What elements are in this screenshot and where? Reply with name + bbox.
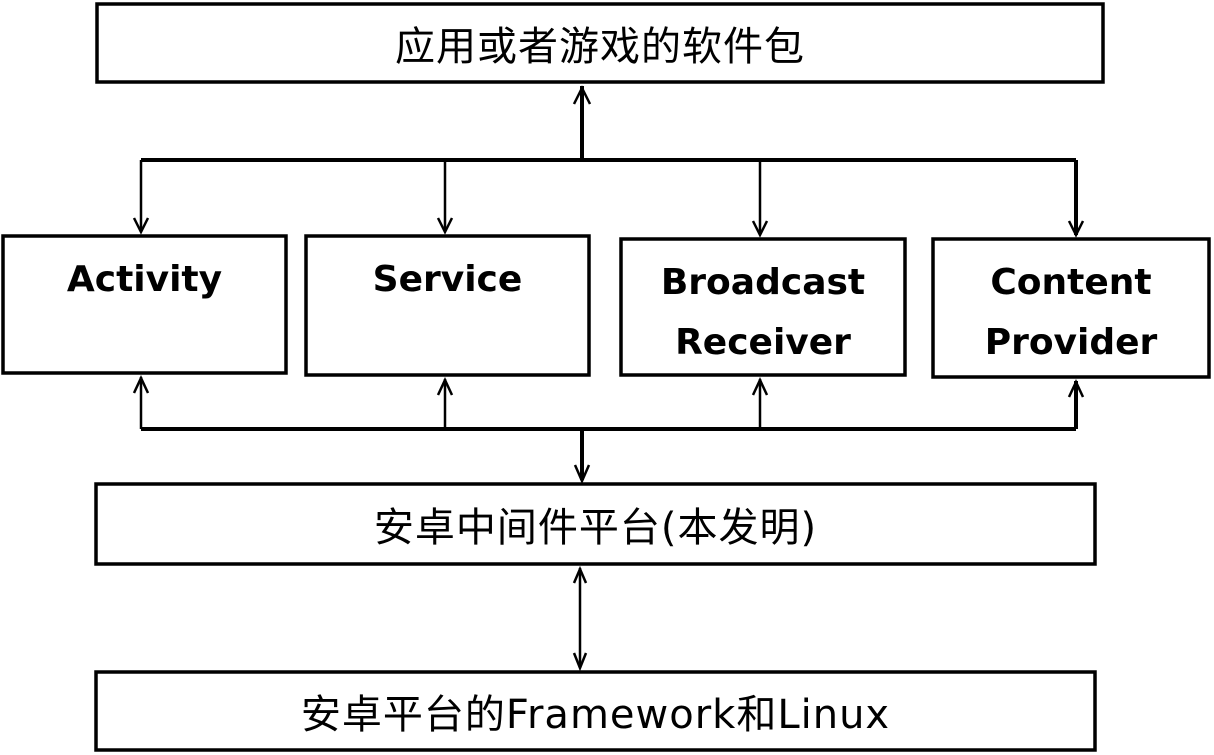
middleware-label: 安卓中间件平台(本发明) bbox=[373, 505, 818, 551]
service-label: Service bbox=[372, 259, 523, 300]
content-provider-label-line1: Content bbox=[990, 262, 1152, 303]
bottom-box-label: 安卓平台的Framework和Linux bbox=[300, 692, 891, 738]
middleware-box: 安卓中间件平台(本发明) bbox=[96, 484, 1095, 564]
content-provider-label-line2: Provider bbox=[984, 322, 1158, 363]
activity-label: Activity bbox=[66, 259, 223, 300]
top-box-label: 应用或者游戏的软件包 bbox=[395, 24, 805, 70]
broadcast-receiver-box: Broadcast Receiver bbox=[621, 239, 905, 375]
architecture-diagram bbox=[1, 2, 1211, 752]
service-box: Service bbox=[306, 236, 589, 375]
activity-box: Activity bbox=[3, 236, 286, 373]
top-box: 应用或者游戏的软件包 bbox=[97, 4, 1103, 82]
bottom-box: 安卓平台的Framework和Linux bbox=[96, 672, 1095, 750]
broadcast-receiver-label-line1: Broadcast bbox=[660, 262, 866, 303]
content-provider-box: Content Provider bbox=[933, 239, 1209, 377]
broadcast-receiver-label-line2: Receiver bbox=[675, 322, 851, 363]
